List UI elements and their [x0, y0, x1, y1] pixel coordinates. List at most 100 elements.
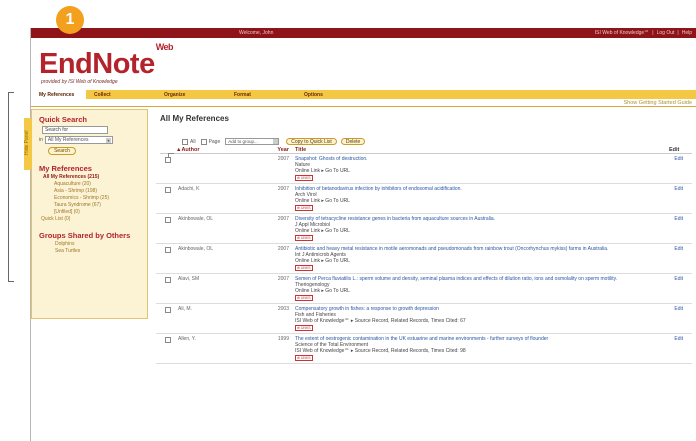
unfiled-link[interactable]: [Unfiled] (0)	[54, 209, 147, 215]
chevron-down-icon	[273, 139, 279, 144]
row-title-cell: Semen of Perca fluviatilis L.: sperm vol…	[295, 276, 667, 301]
references-table: 2007 Snapshot: Ghosts of destruction. Natu…	[156, 154, 692, 364]
row-links[interactable]: ISI Web of Knowledge℠ ▸ Source Record, R…	[295, 348, 667, 354]
page-label: Page	[208, 138, 221, 145]
row-links[interactable]: ISI Web of Knowledge℠ ▸ Source Record, R…	[295, 318, 667, 324]
row-author: Allen, Y.	[178, 336, 196, 342]
edit-link[interactable]: Edit	[674, 336, 683, 342]
group-link[interactable]: Economics - Shrimp (25)	[54, 195, 147, 201]
title-column-header[interactable]: Title	[295, 147, 667, 153]
row-author	[178, 156, 263, 181]
edit-link[interactable]: Edit	[674, 306, 683, 312]
search-button[interactable]: Search	[48, 147, 76, 155]
app-window: Welcome, John ISI Web of Knowledge℠ | Lo…	[24, 28, 696, 441]
row-title-cell: The extent of oestrogenic contamination …	[295, 336, 667, 361]
hide-panel-tab[interactable]: Hide Panel	[24, 118, 32, 170]
tab-organize[interactable]: Organize	[156, 90, 226, 99]
table-row: Alavi, SM 2007 Semen of Perca fluviatilis …	[156, 274, 692, 304]
table-row: Ali, M. 2003 Compensatory growth in fishes…	[156, 304, 692, 334]
unks-button[interactable]: ⊕ UNKS	[295, 325, 313, 331]
group-link[interactable]: Taura Syndrome (67)	[54, 202, 147, 208]
getting-started-link[interactable]: Show Getting Started Guide	[624, 100, 692, 106]
row-year: 2007	[277, 246, 289, 252]
row-title-cell: Inhibition of betanodavirus infection by…	[295, 186, 667, 211]
row-year: 2007	[277, 216, 289, 222]
row-links[interactable]: Online Link ▸ Go To URL	[295, 168, 667, 174]
edit-column-header: Edit	[669, 147, 680, 153]
tab-options[interactable]: Options	[296, 90, 331, 99]
add-to-group-select[interactable]: Add to group...	[225, 138, 280, 145]
step-badge: 1	[56, 6, 84, 34]
help-link[interactable]: Help	[682, 30, 692, 36]
in-label: in	[39, 137, 43, 143]
row-links[interactable]: Online Link ▸ Go To URL	[295, 258, 667, 264]
edit-link[interactable]: Edit	[674, 156, 683, 162]
copy-to-quick-list-button[interactable]: Copy to Quick List	[286, 138, 337, 145]
all-label: All	[190, 138, 196, 145]
row-checkbox[interactable]	[165, 247, 171, 253]
row-title-cell: Snapshot: Ghosts of destruction. Nature On…	[295, 156, 667, 181]
edit-link[interactable]: Edit	[674, 246, 683, 252]
my-references-title: My References	[39, 164, 92, 173]
row-author: Akinbowale, OL	[178, 216, 214, 222]
group-link[interactable]: Asia - Shrimp (198)	[54, 188, 147, 194]
row-checkbox[interactable]	[165, 187, 171, 193]
select-page-checkbox[interactable]	[200, 138, 207, 145]
edit-link[interactable]: Edit	[674, 216, 683, 222]
reference-title-link[interactable]: Semen of Perca fluviatilis L.: sperm vol…	[295, 276, 667, 282]
shared-group-link[interactable]: Sea Turtles	[55, 248, 147, 254]
row-title-cell: Antibiotic and heavy metal resistance in…	[295, 246, 667, 271]
row-checkbox[interactable]	[165, 217, 171, 223]
select-value: Add to group...	[228, 139, 258, 144]
year-column-header[interactable]: Year	[263, 147, 289, 153]
row-checkbox[interactable]	[165, 337, 171, 343]
unks-button[interactable]: ⊕ UNKS	[295, 295, 313, 301]
row-checkbox[interactable]	[165, 277, 171, 283]
separator: |	[677, 30, 679, 36]
shared-groups-title: Groups Shared by Others	[39, 231, 131, 240]
row-author: Adachi, K	[178, 186, 200, 192]
shared-group-link[interactable]: Dolphins	[55, 241, 147, 247]
page-title: All My References	[160, 114, 229, 123]
row-checkbox[interactable]	[165, 307, 171, 313]
header: EndNoteWeb provided by ISI Web of Knowle…	[31, 38, 696, 90]
quick-search-title: Quick Search	[39, 115, 87, 124]
table-row: Adachi, K 2007 Inhibition of betanodavirus…	[156, 184, 692, 214]
all-references-link[interactable]: All My References (215)	[43, 174, 147, 180]
tab-format[interactable]: Format	[226, 90, 296, 99]
isi-link[interactable]: ISI Web of Knowledge℠	[595, 30, 649, 36]
row-links[interactable]: Online Link ▸ Go To URL	[295, 288, 667, 294]
search-input[interactable]: Search for	[42, 126, 108, 134]
unks-button[interactable]: ⊕ UNKS	[295, 235, 313, 241]
unks-button[interactable]: ⊕ UNKS	[295, 355, 313, 361]
unks-button[interactable]: ⊕ UNKS	[295, 265, 313, 271]
row-year: 2003	[277, 306, 289, 312]
row-links[interactable]: Online Link ▸ Go To URL	[295, 198, 667, 204]
select-all-checkbox[interactable]	[182, 138, 188, 145]
endnote-logo: EndNoteWeb	[39, 42, 174, 81]
top-links: ISI Web of Knowledge℠ | Log Out | Help	[595, 30, 696, 36]
unks-button[interactable]: ⊕ UNKS	[295, 175, 313, 181]
edit-link[interactable]: Edit	[674, 186, 683, 192]
tab-collect[interactable]: Collect	[86, 90, 156, 99]
row-checkbox[interactable]	[165, 157, 171, 163]
row-title-cell: Diversity of tetracycline resistance gen…	[295, 216, 667, 241]
side-panel: Hide Panel Quick Search Search for in Al…	[24, 109, 148, 319]
welcome-text: Welcome, John	[239, 30, 274, 36]
tab-my-references[interactable]: My References	[31, 90, 86, 99]
edit-link[interactable]: Edit	[674, 276, 683, 282]
separator: |	[652, 30, 654, 36]
row-title-cell: Compensatory growth in fishes: a respons…	[295, 306, 667, 331]
table-row: 2007 Snapshot: Ghosts of destruction. Natu…	[156, 154, 692, 184]
unks-button[interactable]: ⊕ UNKS	[295, 205, 313, 211]
group-link[interactable]: Aquaculture (20)	[54, 181, 147, 187]
row-links[interactable]: Online Link ▸ Go To URL	[295, 228, 667, 234]
select-value: All My References	[47, 137, 89, 143]
quick-list-link[interactable]: Quick List (0)	[41, 216, 147, 222]
search-scope-select[interactable]: All My References ▾	[44, 136, 113, 144]
delete-button[interactable]: Delete	[340, 138, 366, 145]
author-column-header[interactable]: ▲Author	[176, 147, 263, 153]
logo-text: EndNote	[39, 48, 155, 80]
row-author: Ali, M.	[178, 306, 192, 312]
logout-link[interactable]: Log Out	[657, 30, 675, 36]
